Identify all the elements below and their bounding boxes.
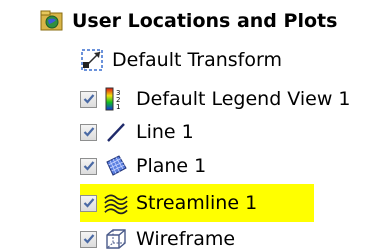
checkmark-icon (83, 198, 94, 208)
checkmark-icon (83, 161, 94, 171)
visibility-checkbox[interactable] (80, 230, 97, 248)
tree-item-default-transform[interactable]: Default Transform (80, 45, 282, 75)
streamline-icon (104, 191, 128, 215)
visibility-checkbox[interactable] (80, 157, 97, 175)
tree-item-wireframe[interactable]: Wireframe (80, 224, 235, 252)
tree-item-label: Default Legend View 1 (136, 88, 351, 110)
legend-icon: 3 2 1 (104, 87, 128, 111)
tree-item-line-1[interactable]: Line 1 (80, 117, 194, 147)
line-icon (104, 120, 128, 144)
transform-icon (80, 48, 104, 72)
visibility-checkbox[interactable] (80, 123, 97, 141)
tree-item-default-legend-view[interactable]: 3 2 1 Default Legend View 1 (80, 84, 351, 114)
folder-globe-icon (40, 9, 64, 33)
svg-text:1: 1 (116, 103, 120, 111)
wireframe-icon (104, 227, 128, 251)
visibility-checkbox[interactable] (80, 194, 97, 212)
tree-item-label: Default Transform (112, 49, 282, 71)
checkmark-icon (83, 234, 94, 244)
tree-item-label: Line 1 (136, 121, 194, 143)
tree-item-label: Wireframe (136, 228, 236, 250)
model-tree: User Locations and Plots Default Transfo… (0, 0, 380, 252)
tree-item-label: Plane 1 (136, 155, 207, 177)
plane-icon (104, 154, 128, 178)
tree-item-streamline-1[interactable]: Streamline 1 (80, 188, 257, 218)
checkmark-icon (83, 127, 94, 137)
tree-item-plane-1[interactable]: Plane 1 (80, 151, 206, 181)
visibility-checkbox[interactable] (80, 90, 97, 108)
tree-root-user-locations[interactable]: User Locations and Plots (40, 6, 337, 36)
tree-root-label: User Locations and Plots (72, 10, 338, 32)
checkmark-icon (83, 94, 94, 104)
tree-item-label: Streamline 1 (136, 192, 258, 214)
